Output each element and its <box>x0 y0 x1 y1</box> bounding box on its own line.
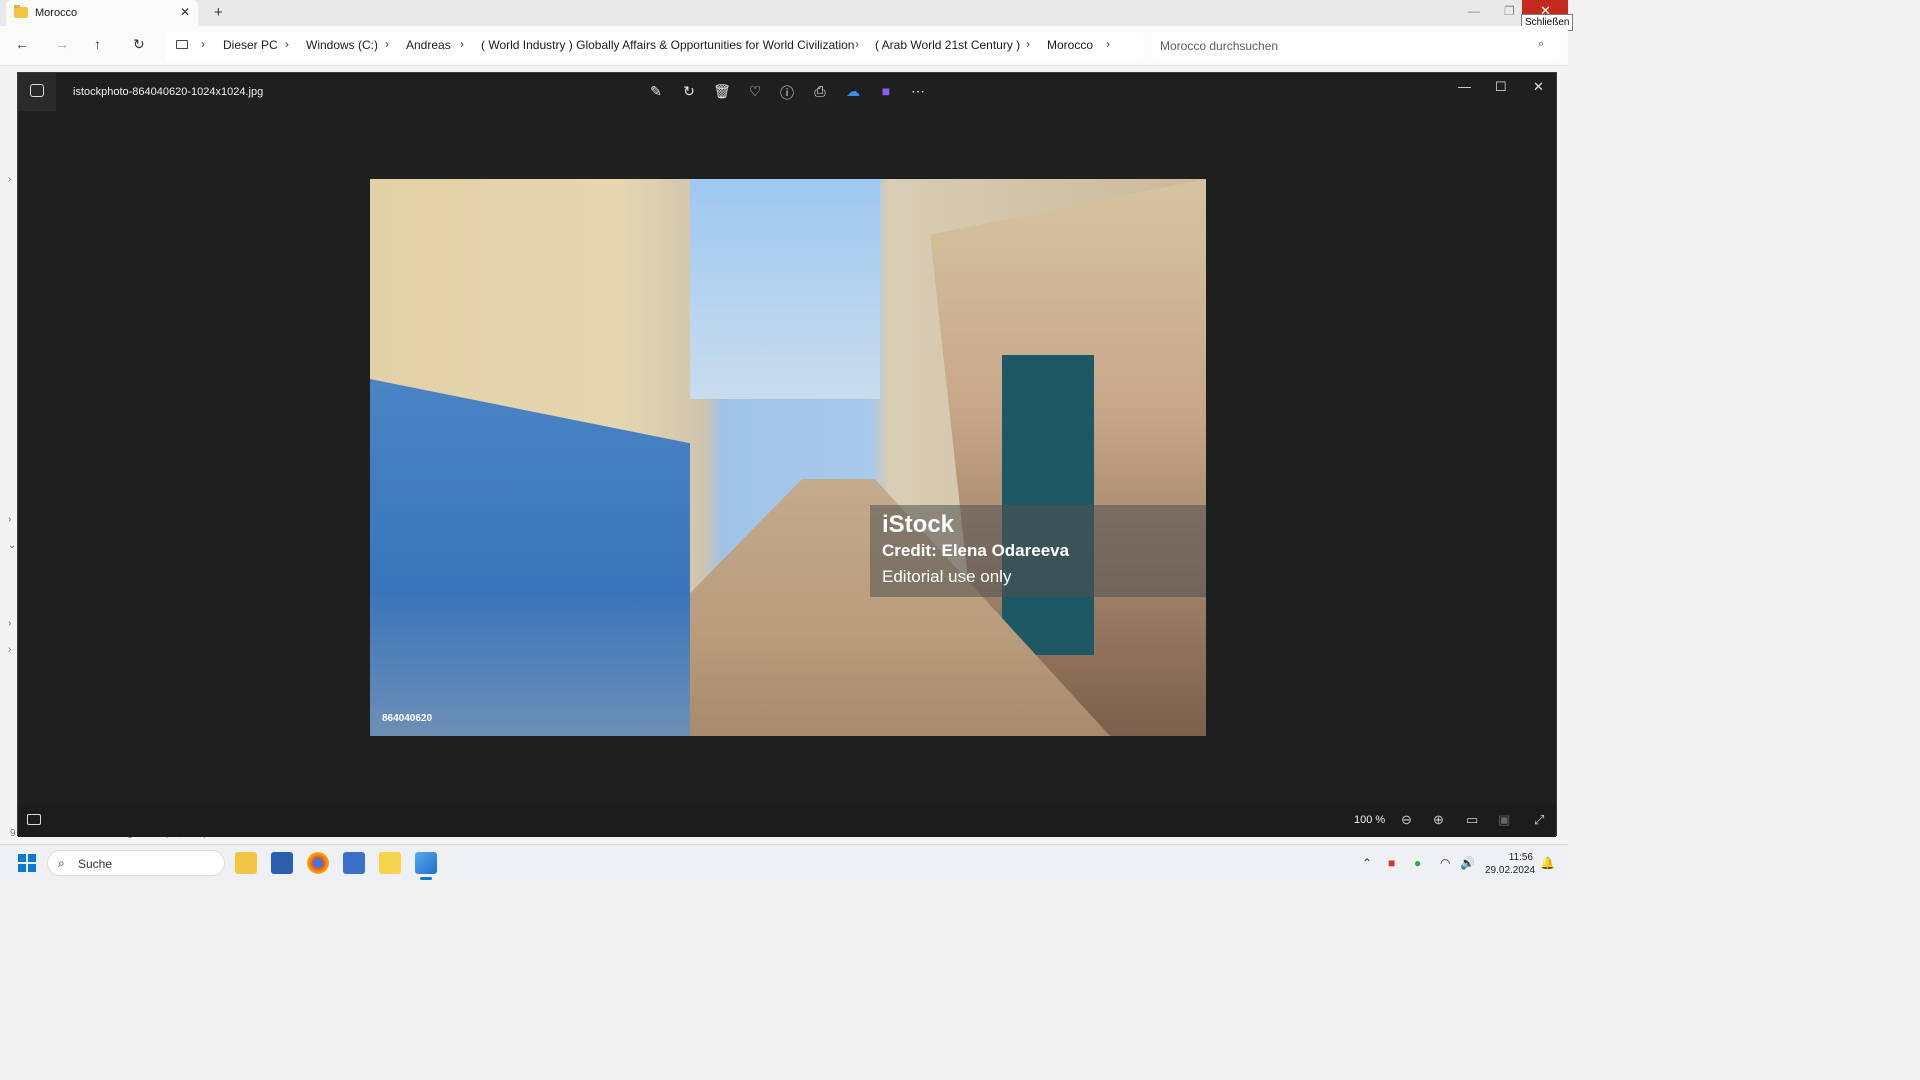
notification-bell-icon[interactable]: 🔔 <box>1540 856 1555 870</box>
up-arrow-icon[interactable]: ↑ <box>94 36 101 52</box>
chevron-right-icon[interactable]: › <box>8 514 11 525</box>
photo-image[interactable]: iStock Credit: Elena Odareeva Editorial … <box>370 179 1206 736</box>
search-icon: ⌕ <box>1538 38 1545 50</box>
breadcrumb-item[interactable]: ( World Industry ) Globally Affairs & Op… <box>481 38 854 52</box>
istock-logo: iStock <box>882 511 955 538</box>
filmstrip-icon[interactable] <box>27 814 41 825</box>
search-placeholder: Morocco durchsuchen <box>1160 39 1279 53</box>
zoom-in-icon[interactable]: ⊕ <box>1433 812 1444 828</box>
chrome-icon[interactable] <box>307 852 329 874</box>
chevron-down-icon[interactable]: ⌄ <box>8 540 16 551</box>
favorite-icon[interactable]: ♡ <box>746 83 764 100</box>
more-icon[interactable]: ⋯ <box>909 83 927 100</box>
tab-title: Morocco <box>35 7 78 19</box>
edit-icon[interactable]: ✎ <box>647 83 665 100</box>
search-input[interactable]: Morocco durchsuchen ⌕ <box>1152 32 1560 60</box>
chevron-right-icon[interactable]: › <box>460 37 464 51</box>
wifi-icon[interactable]: ◠ <box>1440 856 1450 870</box>
clock[interactable]: 11:56 29.02.2024 <box>1485 851 1536 877</box>
address-bar: ← → ↑ ↻ › Dieser PC › Windows (C:) › And… <box>0 26 1568 66</box>
chevron-right-icon[interactable]: › <box>8 618 11 629</box>
delete-icon[interactable]: 🗑 <box>713 83 731 100</box>
file-explorer-icon[interactable] <box>235 852 257 874</box>
refresh-icon[interactable]: ↻ <box>133 36 145 53</box>
photos-app-icon <box>18 73 56 111</box>
zoom-level[interactable]: 100 % <box>1354 814 1385 826</box>
chevron-right-icon[interactable]: › <box>385 37 389 51</box>
sticky-notes-icon[interactable] <box>379 852 401 874</box>
minimize-button[interactable]: — <box>1468 4 1480 18</box>
zoom-out-icon[interactable]: ⊖ <box>1401 812 1412 828</box>
breadcrumb[interactable]: › Dieser PC › Windows (C:) › Andreas › (… <box>166 32 1144 60</box>
blue-wall <box>370 379 690 736</box>
photos-icon[interactable] <box>415 852 437 880</box>
computer-icon <box>176 40 188 49</box>
acrobat-icon[interactable]: ■ <box>1388 856 1395 870</box>
viewer-close-button[interactable]: ✕ <box>1533 79 1544 95</box>
microsoft-store-icon[interactable] <box>271 852 293 874</box>
start-button[interactable] <box>18 854 36 872</box>
breadcrumb-item[interactable]: Dieser PC <box>223 38 278 52</box>
chevron-right-icon[interactable]: › <box>1106 37 1110 51</box>
taskbar: ⌕ Suche ⌃ ■ ● ◠ 🔊 11:56 29.02.2024 🔔 <box>0 844 1568 882</box>
actual-size-icon[interactable]: ▣ <box>1498 812 1510 828</box>
folder-icon <box>14 5 28 18</box>
new-tab-button[interactable]: + <box>214 4 223 21</box>
volume-icon[interactable]: 🔊 <box>1460 856 1475 870</box>
time: 11:56 <box>1508 852 1533 863</box>
photos-window: istockphoto-864040620-1024x1024.jpg ✎ ↻ … <box>17 72 1557 837</box>
photo-credit: Credit: Elena Odareeva <box>882 541 1070 560</box>
back-arrow-icon[interactable]: ← <box>15 36 29 52</box>
chevron-right-icon[interactable]: › <box>1026 37 1030 51</box>
fit-to-window-icon[interactable]: ▭ <box>1466 812 1478 828</box>
explorer-titlebar: Morocco ✕ + — ❐ ✕ Schließen <box>0 0 1574 31</box>
viewer-minimize-button[interactable]: — <box>1458 79 1471 94</box>
viewer-maximize-button[interactable]: ☐ <box>1495 79 1507 95</box>
tab-close-icon[interactable]: ✕ <box>180 5 190 19</box>
tab-morocco[interactable]: Morocco ✕ <box>6 0 198 26</box>
print-icon[interactable]: ⎙ <box>811 83 829 100</box>
info-icon[interactable]: ⓘ <box>778 83 796 103</box>
security-icon[interactable]: ● <box>1414 856 1421 870</box>
forward-arrow-icon[interactable]: → <box>55 36 69 52</box>
chevron-right-icon[interactable]: › <box>8 644 11 655</box>
rotate-icon[interactable]: ↻ <box>680 83 698 100</box>
breadcrumb-item[interactable]: Windows (C:) <box>306 38 378 52</box>
chevron-right-icon[interactable]: › <box>201 37 205 51</box>
taskbar-search[interactable]: ⌕ Suche <box>47 850 225 876</box>
viewer-bottom-bar: 100 % ⊖ ⊕ ▭ ▣ ⤢ <box>18 805 1556 837</box>
chevron-right-icon[interactable]: › <box>8 174 11 185</box>
breadcrumb-item[interactable]: Morocco <box>1047 38 1093 52</box>
navigation-pane: › › ⌄ › › <box>0 66 18 846</box>
taskbar-search-label: Suche <box>78 857 113 871</box>
onedrive-icon[interactable]: ☁ <box>844 83 862 100</box>
editorial-notice: Editorial use only <box>882 567 1012 586</box>
clipchamp-icon[interactable]: ■ <box>877 83 895 99</box>
breadcrumb-item[interactable]: Andreas <box>406 38 451 52</box>
search-icon: ⌕ <box>58 856 65 870</box>
chevron-up-icon[interactable]: ⌃ <box>1362 856 1372 870</box>
restore-button[interactable]: ❐ <box>1504 4 1515 18</box>
chevron-right-icon[interactable]: › <box>855 37 859 51</box>
notepad-icon[interactable] <box>343 852 365 874</box>
chevron-right-icon[interactable]: › <box>285 37 289 51</box>
sky <box>690 179 880 399</box>
breadcrumb-item[interactable]: ( Arab World 21st Century ) <box>875 38 1020 52</box>
fullscreen-icon[interactable]: ⤢ <box>1534 812 1544 828</box>
date: 29.02.2024 <box>1485 865 1536 876</box>
file-name: istockphoto-864040620-1024x1024.jpg <box>73 86 264 98</box>
image-id: 864040620 <box>382 713 433 724</box>
